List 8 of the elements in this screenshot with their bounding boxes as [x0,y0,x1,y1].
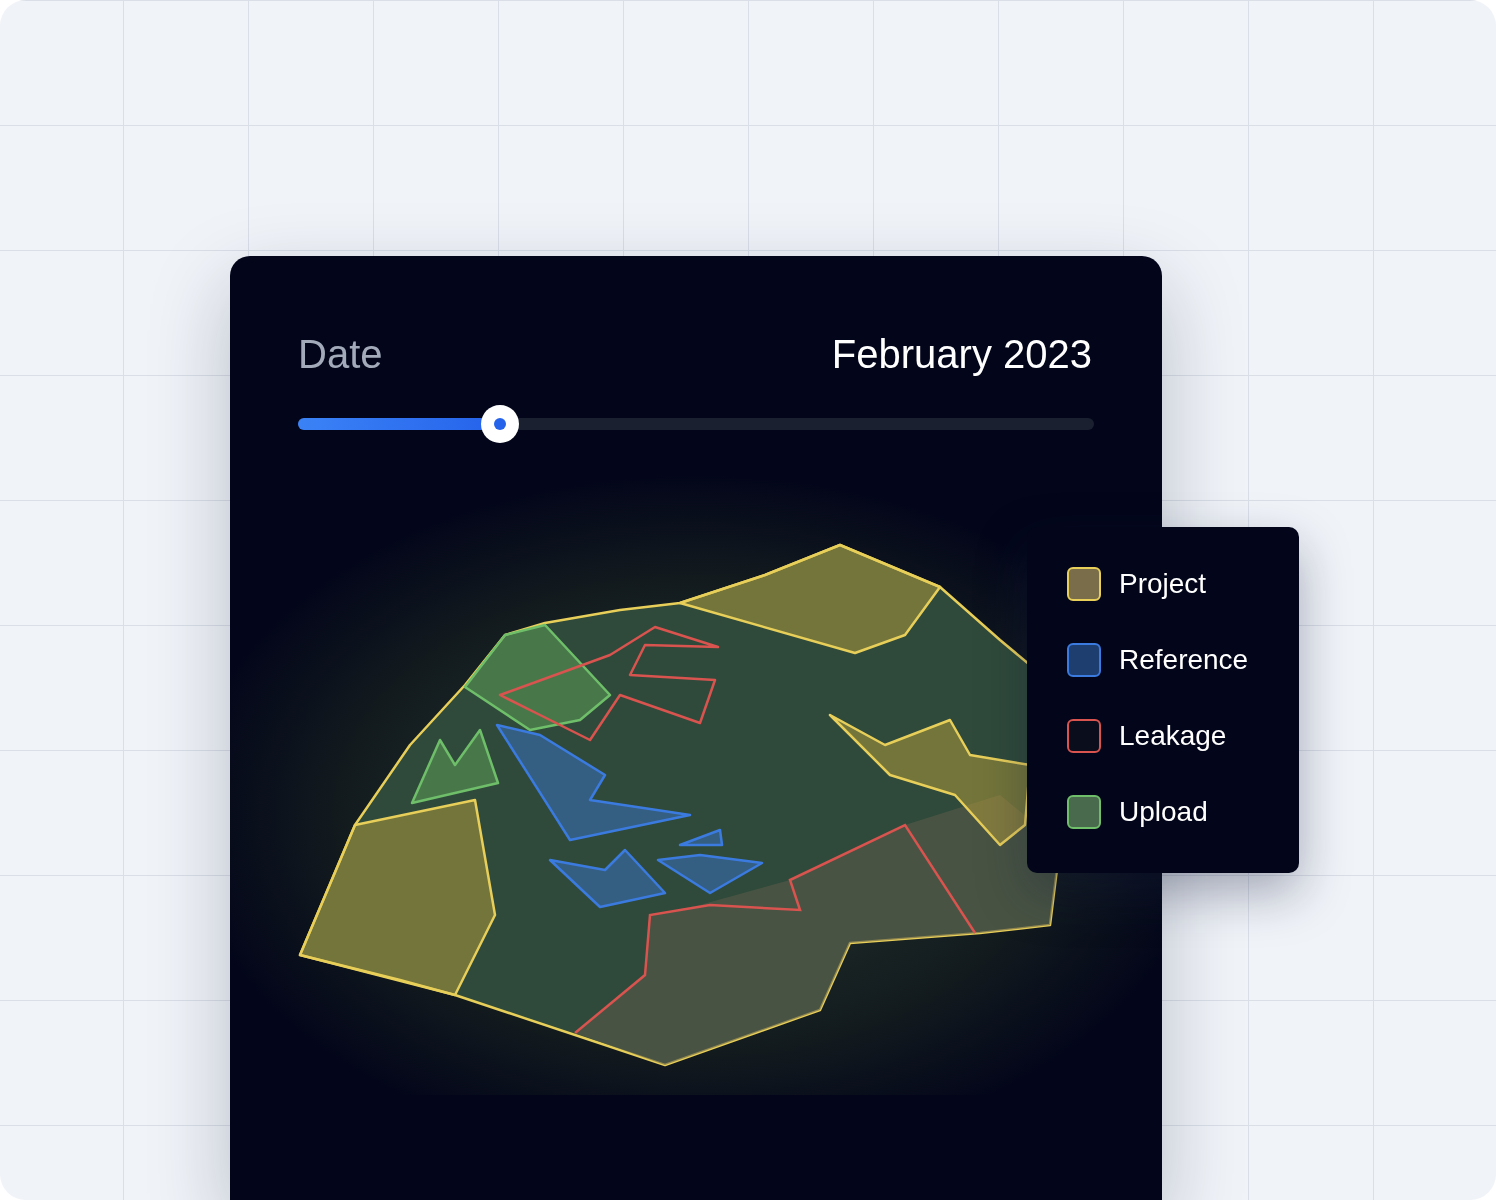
legend-label: Leakage [1119,720,1227,752]
legend-label: Reference [1119,644,1249,676]
legend-label: Upload [1119,796,1208,828]
date-label: Date [298,332,383,377]
slider-track[interactable] [298,418,1094,430]
date-value: February 2023 [831,332,1092,377]
slider-thumb[interactable] [481,405,520,443]
legend-label: Project [1119,568,1207,600]
